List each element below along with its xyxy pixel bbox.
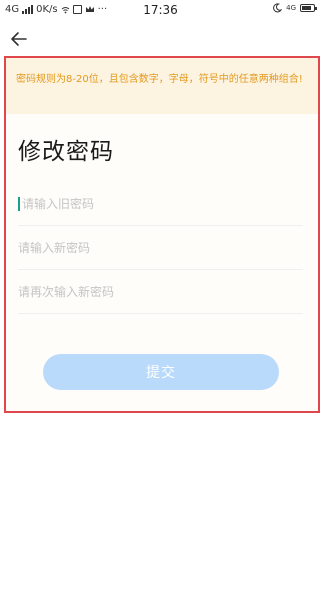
text-caret [18, 197, 20, 211]
status-bar: 4G 0K/s ··· 17:36 4G [0, 0, 321, 20]
page-title: 修改密码 [18, 139, 114, 165]
new-password-input[interactable] [18, 226, 303, 269]
change-password-form: 密码规则为8-20位，且包含数字，字母，符号中的任意两种组合! 修改密码 提交 [4, 56, 320, 413]
confirm-password-field[interactable] [18, 270, 303, 314]
status-right: 4G [272, 3, 317, 13]
submit-button[interactable]: 提交 [43, 354, 279, 390]
new-password-field[interactable] [18, 226, 303, 270]
battery-icon [300, 4, 317, 12]
old-password-field[interactable] [18, 182, 303, 226]
confirm-password-input[interactable] [18, 270, 303, 313]
back-arrow-icon[interactable] [8, 28, 30, 50]
old-password-input[interactable] [18, 182, 303, 225]
network-type-right: 4G [286, 3, 296, 12]
moon-icon [273, 3, 283, 13]
back-button[interactable] [8, 28, 30, 50]
password-rule-notice: 密码规则为8-20位，且包含数字，字母，符号中的任意两种组合! [6, 58, 318, 114]
